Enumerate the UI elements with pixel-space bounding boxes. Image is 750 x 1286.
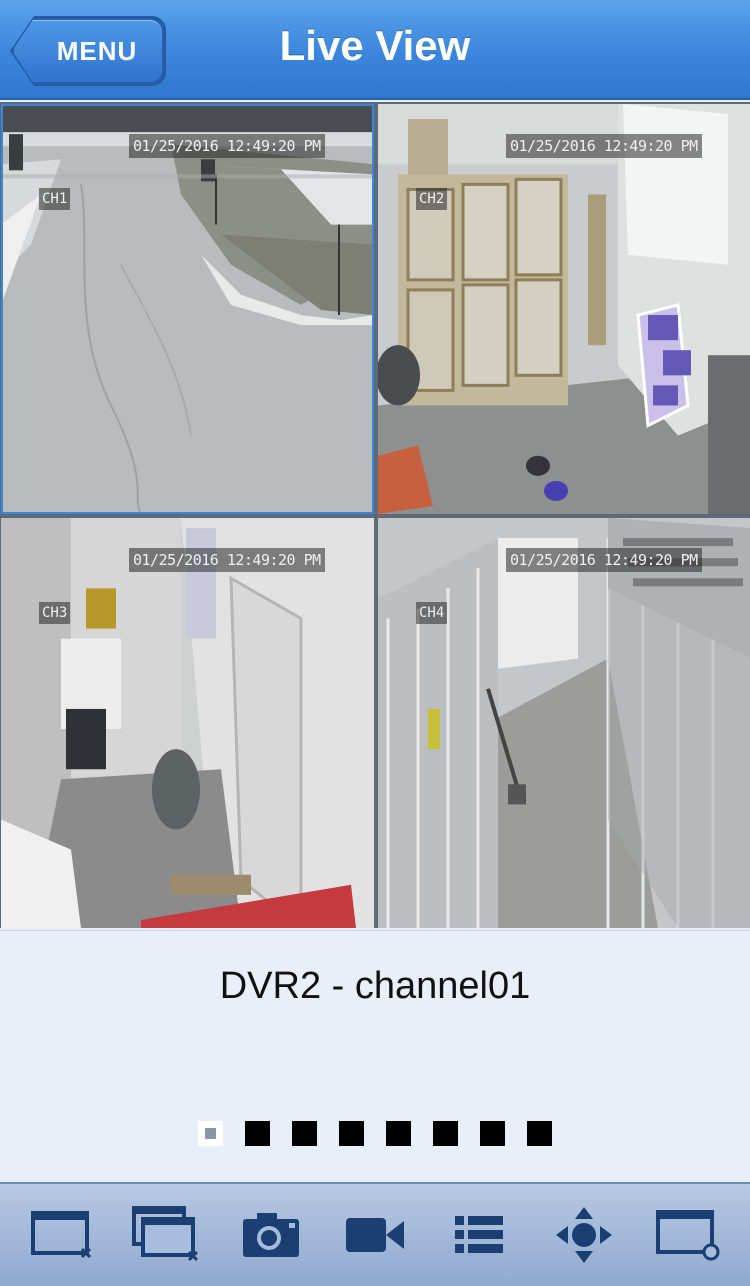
camera-feed-driveway [1,104,374,514]
snapshot-button[interactable] [233,1200,309,1270]
camera-feed-kennels [378,518,750,928]
header-bar: MENU Live View [0,0,750,100]
camera-timestamp: 01/25/2016 12:49:20 PM [129,134,325,158]
camera-view-4[interactable]: 01/25/2016 12:49:20 PM CH4 [378,518,750,928]
camera-timestamp: 01/25/2016 12:49:20 PM [129,548,325,572]
page-dot-2[interactable] [245,1121,270,1146]
camera-grid: 01/25/2016 12:49:20 PM CH1 01/25/2016 12… [0,102,750,928]
camera-feed-hallway [1,518,374,928]
camera-channel-label: CH3 [39,602,71,624]
page-dot-6[interactable] [433,1121,458,1146]
camera-channel-label: CH2 [416,188,448,210]
close-window-button[interactable] [24,1200,100,1270]
bottom-toolbar [0,1182,750,1286]
page-dot-4[interactable] [339,1121,364,1146]
close-all-windows-button[interactable] [128,1200,204,1270]
channel-list-icon [455,1216,504,1253]
camera-channel-label: CH1 [39,188,71,210]
camera-timestamp: 01/25/2016 12:49:20 PM [506,548,702,572]
snapshot-camera-icon [242,1213,299,1257]
camera-channel-label: CH4 [416,602,448,624]
page-dot-7[interactable] [480,1121,505,1146]
record-video-icon [345,1218,404,1252]
page-title: Live View [279,22,471,69]
window-settings-button[interactable] [650,1200,726,1270]
page-indicator [198,1121,552,1146]
page-dot-3[interactable] [292,1121,317,1146]
page-dot-5[interactable] [386,1121,411,1146]
camera-feed-room [378,104,750,514]
camera-view-2[interactable]: 01/25/2016 12:49:20 PM CH2 [378,104,750,514]
window-settings-icon [655,1210,720,1261]
page-dot-8[interactable] [527,1121,552,1146]
close-window-icon [31,1211,92,1259]
camera-view-1[interactable]: 01/25/2016 12:49:20 PM CH1 [1,104,374,514]
camera-timestamp: 01/25/2016 12:49:20 PM [506,134,702,158]
page-dot-1[interactable] [198,1121,223,1146]
camera-view-3[interactable]: 01/25/2016 12:49:20 PM CH3 [1,518,374,928]
selected-channel-name: DVR2 - channel01 [219,965,531,1007]
channel-list-button[interactable] [441,1200,517,1270]
ptz-control-icon [555,1207,612,1263]
ptz-control-button[interactable] [546,1200,622,1270]
record-button[interactable] [337,1200,413,1270]
channel-info-panel: DVR2 - channel01 [0,930,750,1182]
close-all-windows-icon [132,1206,199,1262]
